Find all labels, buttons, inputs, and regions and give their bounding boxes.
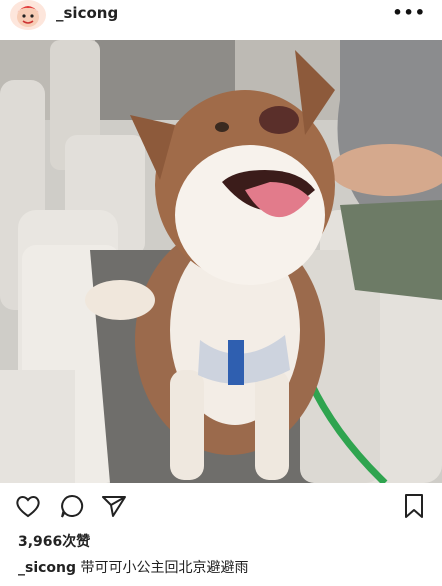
post-photo[interactable] xyxy=(0,40,442,483)
post-actions-bar xyxy=(0,488,442,524)
comment-bubble-icon[interactable] xyxy=(58,492,86,520)
profile-avatar[interactable] xyxy=(10,0,46,30)
likes-count[interactable]: 3,966次赞 xyxy=(18,531,90,551)
post-header: _sicong ••• xyxy=(0,0,442,36)
cartoon-avatar-icon xyxy=(10,0,46,30)
caption-username[interactable]: _sicong xyxy=(18,560,76,576)
caption-text: 带可可小公主回北京避避雨 xyxy=(76,560,249,576)
post-username[interactable]: _sicong xyxy=(56,4,118,22)
heart-icon[interactable] xyxy=(14,492,42,520)
post-caption: _sicong 带可可小公主回北京避避雨 xyxy=(18,557,249,577)
dog-on-plane-photo xyxy=(0,40,442,483)
bookmark-icon[interactable] xyxy=(400,492,428,520)
truncated-next-line xyxy=(18,580,98,586)
paper-plane-icon[interactable] xyxy=(100,492,128,520)
more-options-icon[interactable]: ••• xyxy=(392,3,426,22)
